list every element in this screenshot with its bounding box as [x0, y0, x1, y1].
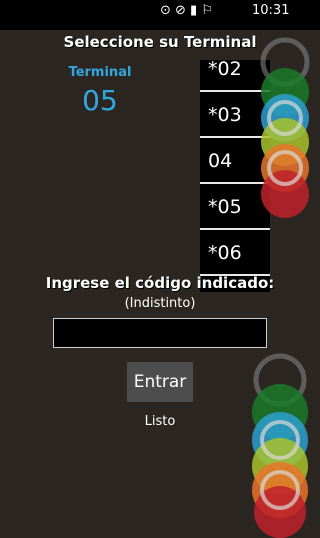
code-hint: (Indistinto) [124, 296, 196, 311]
picker-item[interactable]: 04 [200, 138, 270, 184]
page-title: Seleccione su Terminal [63, 33, 257, 51]
picker-item[interactable]: *03 [200, 92, 270, 138]
status-icons: ⊙ ⊘ ▮ ⚐ [160, 3, 213, 17]
terminal-picker[interactable]: *02 *03 04 *05 *06 [200, 60, 270, 292]
picker-item[interactable]: *05 [200, 184, 270, 230]
terminal-label: Terminal [68, 65, 132, 80]
picker-item[interactable]: *06 [200, 230, 270, 276]
status-clock: 10:31 [252, 3, 290, 17]
app-screen: Seleccione su Terminal Terminal 05 *02 *… [0, 30, 320, 538]
enter-button[interactable]: Entrar [127, 362, 193, 402]
code-prompt: Ingrese el código indicado: [45, 274, 275, 292]
status-text: Listo [144, 414, 176, 429]
status-bar: ⊙ ⊘ ▮ ⚐ 10:31 [0, 0, 320, 30]
terminal-value: 05 [82, 84, 118, 117]
picker-item[interactable]: *02 [200, 60, 270, 92]
code-input[interactable] [53, 318, 267, 348]
